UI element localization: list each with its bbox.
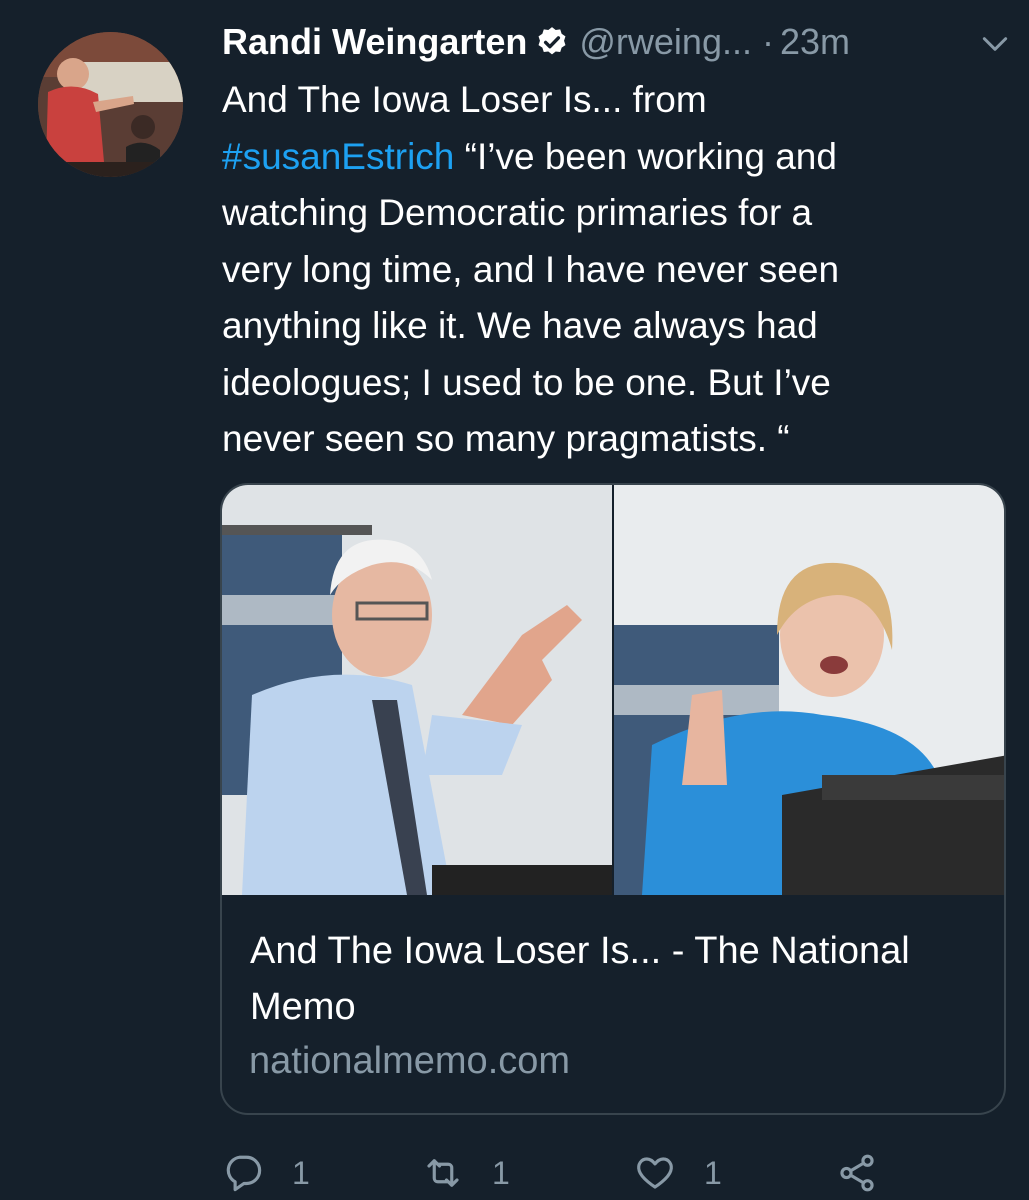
like-count: 1 <box>704 1154 722 1191</box>
author-name[interactable]: Randi Weingarten <box>222 21 527 63</box>
avatar[interactable] <box>38 32 183 177</box>
reply-count: 1 <box>292 1154 310 1191</box>
share-icon <box>840 1154 874 1192</box>
retweet-icon <box>427 1159 459 1187</box>
reply-icon <box>226 1155 262 1192</box>
separator-dot: · <box>761 21 774 62</box>
hashtag-link[interactable]: #susanEstrich <box>222 136 454 177</box>
retweet-count: 1 <box>492 1154 510 1191</box>
reply-button[interactable]: 1 <box>222 1152 310 1194</box>
author-handle[interactable]: @rweing... <box>579 21 752 63</box>
retweet-button[interactable]: 1 <box>422 1152 510 1194</box>
tweet-text: And The Iowa Loser Is... from #susanEstr… <box>222 72 982 468</box>
like-icon <box>637 1157 673 1189</box>
link-card[interactable]: And The Iowa Loser Is... - The National … <box>220 483 1006 1115</box>
share-button[interactable] <box>836 1152 906 1194</box>
chevron-down-icon[interactable] <box>979 28 1011 60</box>
tweet-text-body: “I’ve been working and watching Democrat… <box>222 135 840 460</box>
like-button[interactable]: 1 <box>634 1152 722 1194</box>
tweet-text-line1: And The Iowa Loser Is... from <box>222 79 707 120</box>
card-title[interactable]: And The Iowa Loser Is... - The National … <box>250 923 950 1035</box>
tweet-header: Randi Weingarten @rweing... · 23m <box>222 14 1009 70</box>
card-domain: nationalmemo.com <box>249 1040 571 1082</box>
card-image <box>222 485 1004 895</box>
tweet-actions: 1 1 1 <box>222 1140 1002 1200</box>
verified-badge-icon <box>538 27 566 55</box>
timestamp[interactable]: 23m <box>780 21 850 63</box>
